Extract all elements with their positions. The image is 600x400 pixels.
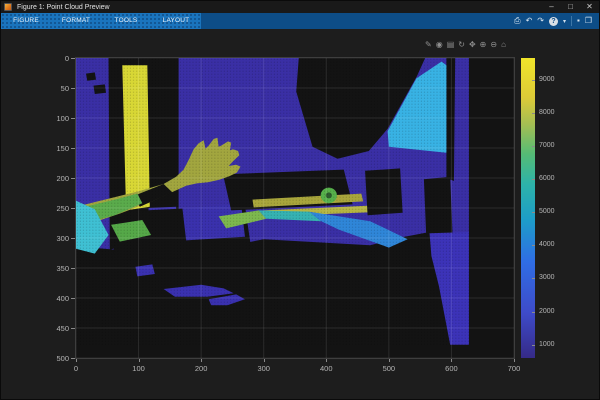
colorbar-tick-mark <box>532 80 535 81</box>
help-dropdown-icon[interactable]: ▾ <box>563 18 566 25</box>
colorbar-tick-mark <box>532 146 535 147</box>
y-tick-label: 300 <box>39 234 69 243</box>
y-tick-label: 450 <box>39 324 69 333</box>
pan-icon[interactable]: ✥ <box>469 40 476 50</box>
y-tick-mark <box>71 58 75 59</box>
x-tick-label: 200 <box>189 364 213 373</box>
x-tick-mark <box>451 359 452 362</box>
y-tick-mark <box>71 358 75 359</box>
colorbar-tick-label: 8000 <box>539 109 569 116</box>
y-tick-mark <box>71 328 75 329</box>
y-tick-label: 350 <box>39 264 69 273</box>
depth-image-axes[interactable] <box>75 57 515 359</box>
close-button[interactable]: ✕ <box>580 1 599 13</box>
window-controls: – □ ✕ <box>542 1 599 13</box>
x-tick-label: 100 <box>127 364 151 373</box>
tab-figure[interactable]: FIGURE <box>1 13 51 29</box>
y-tick-label: 400 <box>39 294 69 303</box>
window-title: Figure 1: Point Cloud Preview <box>17 4 110 11</box>
colorbar <box>521 58 535 358</box>
y-tick-label: 150 <box>39 144 69 153</box>
y-tick-mark <box>71 178 75 179</box>
matlab-figure-icon <box>4 3 12 11</box>
y-tick-label: 500 <box>39 354 69 363</box>
tab-layout[interactable]: LAYOUT <box>151 13 201 29</box>
y-tick-label: 100 <box>39 114 69 123</box>
colorbar-tick-mark <box>532 179 535 180</box>
undo-icon[interactable]: ↶ <box>526 13 533 29</box>
redo-icon[interactable]: ↷ <box>537 13 544 29</box>
colorbar-tick-label: 9000 <box>539 76 569 83</box>
y-tick-mark <box>71 148 75 149</box>
titlebar: Figure 1: Point Cloud Preview – □ ✕ <box>1 1 599 13</box>
toolstrip-separator <box>571 16 572 26</box>
y-tick-mark <box>71 88 75 89</box>
colorbar-tick-label: 6000 <box>539 175 569 182</box>
x-tick-label: 700 <box>502 364 526 373</box>
copy-figure-icon[interactable]: ❐ <box>585 13 592 29</box>
x-tick-mark <box>514 359 515 362</box>
y-tick-label: 50 <box>39 84 69 93</box>
colorbar-tick-mark <box>532 312 535 313</box>
y-tick-label: 200 <box>39 174 69 183</box>
x-tick-mark <box>264 359 265 362</box>
x-tick-mark <box>201 359 202 362</box>
axes-toolbar: ✎ ◉ ▤↻ ✥ ⊕⊖ ⌂ <box>425 40 506 50</box>
depth-image[interactable] <box>76 58 514 358</box>
figure-canvas: ✎◉▤↻✥⊕⊖⌂ 0100200300400500600700050100150… <box>1 29 599 400</box>
colorbar-tick-label: 4000 <box>539 241 569 248</box>
minimize-button[interactable]: – <box>542 1 561 13</box>
toolstrip-tabs: FIGURE FORMAT TOOLS LAYOUT <box>1 13 201 29</box>
rotate-icon[interactable]: ↻ <box>458 40 465 50</box>
y-tick-mark <box>71 208 75 209</box>
figure-window: Figure 1: Point Cloud Preview – □ ✕ FIGU… <box>0 0 600 400</box>
y-tick-mark <box>71 298 75 299</box>
x-tick-mark <box>389 359 390 362</box>
restore-view-icon[interactable]: ⌂ <box>501 40 506 50</box>
export-icon[interactable]: ▤ <box>447 40 455 50</box>
x-tick-label: 300 <box>252 364 276 373</box>
x-tick-label: 0 <box>64 364 88 373</box>
brush-icon[interactable]: ✎ <box>425 40 432 50</box>
colorbar-tick-mark <box>532 212 535 213</box>
help-icon[interactable]: ? <box>549 17 558 26</box>
y-tick-label: 250 <box>39 204 69 213</box>
x-tick-mark <box>326 359 327 362</box>
colorbar-tick-label: 3000 <box>539 274 569 281</box>
x-tick-label: 600 <box>439 364 463 373</box>
save-icon[interactable]: ⎙ <box>514 13 520 29</box>
y-tick-mark <box>71 238 75 239</box>
y-tick-mark <box>71 118 75 119</box>
tab-tools[interactable]: TOOLS <box>101 13 151 29</box>
colorbar-tick-mark <box>532 245 535 246</box>
zoom-out-icon[interactable]: ⊖ <box>490 40 497 50</box>
toolstrip: FIGURE FORMAT TOOLS LAYOUT ⎙ ↶↷? ▾ ▪ ❐ <box>1 13 599 29</box>
colorbar-tick-mark <box>532 345 535 346</box>
colorbar-tick-mark <box>532 113 535 114</box>
colorbar-tick-mark <box>532 278 535 279</box>
x-tick-label: 400 <box>314 364 338 373</box>
x-tick-label: 500 <box>377 364 401 373</box>
y-tick-label: 0 <box>39 54 69 63</box>
maximize-button[interactable]: □ <box>561 1 580 13</box>
colorbar-tick-label: 5000 <box>539 208 569 215</box>
datatip-icon[interactable]: ◉ <box>436 40 443 50</box>
colorbar-tick-label: 7000 <box>539 142 569 149</box>
x-tick-mark <box>139 359 140 362</box>
pin-icon[interactable]: ▪ <box>577 13 580 29</box>
colorbar-tick-label: 1000 <box>539 341 569 348</box>
y-tick-mark <box>71 268 75 269</box>
colorbar-tick-label: 2000 <box>539 308 569 315</box>
zoom-in-icon[interactable]: ⊕ <box>480 40 487 50</box>
x-tick-mark <box>76 359 77 362</box>
toolstrip-actions: ⎙ ↶↷? ▾ ▪ ❐ <box>514 13 599 29</box>
tab-format[interactable]: FORMAT <box>51 13 101 29</box>
